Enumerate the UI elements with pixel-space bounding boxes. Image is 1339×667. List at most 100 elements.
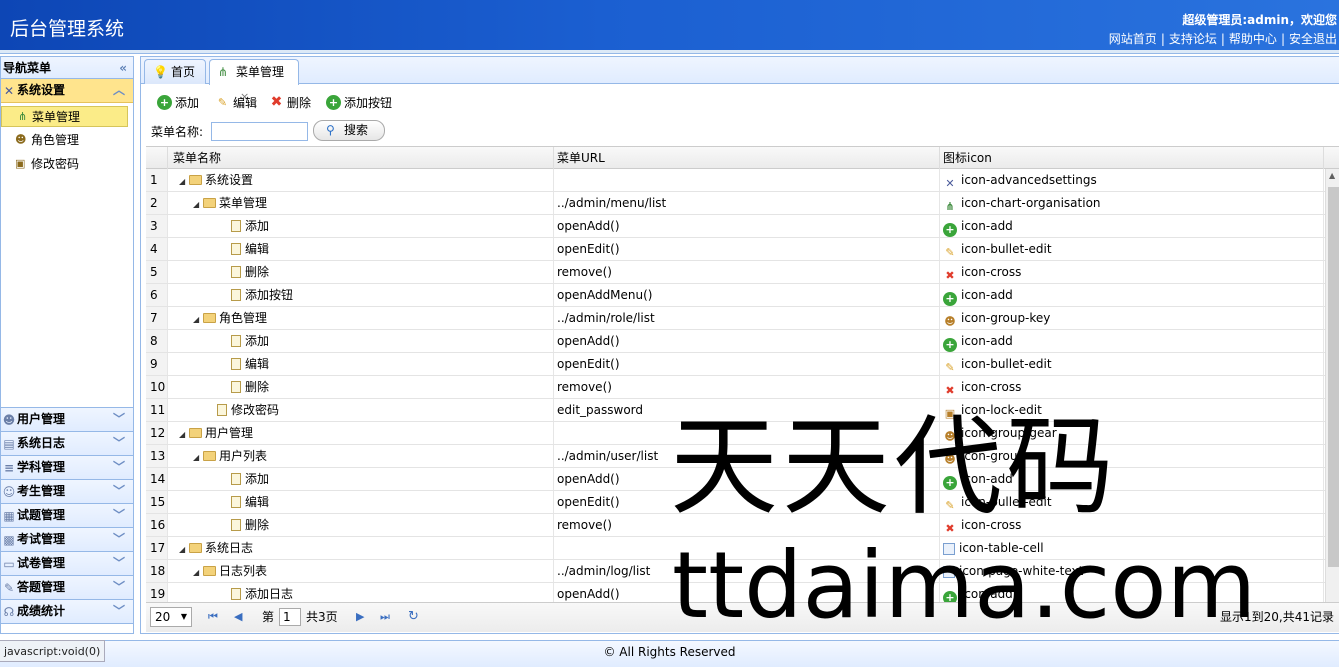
sidebar-group[interactable]: ☻ 用户管理 ﹀ [1, 408, 133, 432]
link-forum[interactable]: 支持论坛 [1169, 32, 1217, 46]
add-icon: + [157, 95, 172, 110]
table-row[interactable]: 15 编辑 openEdit() ✎ icon-bullet-edit [146, 491, 1339, 514]
sidebar-group[interactable]: ▭ 试卷管理 ﹀ [1, 552, 133, 576]
sidebar-group[interactable]: ☊ 成绩统计 ﹀ [1, 600, 133, 624]
table-row[interactable]: 16 删除 remove() ✖ icon-cross [146, 514, 1339, 537]
sidebar-group[interactable]: ▩ 考试管理 ﹀ [1, 528, 133, 552]
table-row[interactable]: 14 添加 openAdd() + icon-add [146, 468, 1339, 491]
menu-url-cell: openAdd() [554, 468, 940, 490]
table-row[interactable]: 11 修改密码 edit_password ▣ icon-lock-edit [146, 399, 1339, 422]
row-number: 14 [146, 468, 168, 490]
table-row[interactable]: 19 添加日志 openAdd() + icon-add1 [146, 583, 1339, 602]
menu-name: 日志列表 [219, 564, 268, 578]
add-menu-button-label: 添加按钮 [344, 96, 393, 110]
menu-name-cell: 添加按钮 [168, 284, 554, 306]
scroll-up-icon[interactable]: ▲ [1329, 171, 1335, 180]
group-gear-icon: ☻ [944, 430, 956, 443]
group-key-icon: ☻ [944, 315, 956, 328]
file-icon [231, 358, 241, 370]
row-number: 19 [146, 583, 168, 602]
search-button[interactable]: ⚲ 搜索 [313, 120, 385, 141]
next-page-icon[interactable]: ▶ [356, 603, 364, 631]
expand-triangle-icon[interactable]: ◢ [193, 447, 203, 467]
sidebar-group[interactable]: ▦ 试题管理 ﹀ [1, 504, 133, 528]
tab-home[interactable]: 💡 首页 [144, 59, 206, 84]
table-row[interactable]: 9 编辑 openEdit() ✎ icon-bullet-edit [146, 353, 1339, 376]
table-cell-icon [943, 543, 955, 555]
folder-icon [203, 566, 216, 576]
group-key-icon: ☻ [15, 133, 27, 146]
chevron-down-icon: ﹀ [112, 412, 125, 426]
folder-icon [189, 543, 202, 553]
expand-triangle-icon[interactable]: ◢ [193, 562, 203, 582]
link-help[interactable]: 帮助中心 [1229, 32, 1277, 46]
icon-name: icon-lock-edit [961, 403, 1042, 417]
sidebar-item-change-password[interactable]: ▣ 修改密码 [1, 154, 128, 175]
page-size-select[interactable]: 20 ▼ [150, 607, 192, 627]
table-row[interactable]: 8 添加 openAdd() + icon-add [146, 330, 1339, 353]
menu-name: 编辑 [245, 357, 270, 371]
menu-url-cell: ../admin/role/list [554, 307, 940, 329]
sidebar-group[interactable]: ☺ 考生管理 ﹀ [1, 480, 133, 504]
expand-triangle-icon[interactable]: ◢ [193, 309, 203, 329]
add-menu-button[interactable]: + 添加按钮 [326, 94, 392, 112]
sidebar-group[interactable]: ▤ 系统日志 ﹀ [1, 432, 133, 456]
collapse-icon[interactable]: « [119, 57, 127, 79]
icon-name: icon-bullet-edit [961, 495, 1052, 509]
delete-button[interactable]: ✖ 删除 [269, 94, 311, 112]
last-page-icon[interactable]: ⏭ [380, 603, 390, 631]
sidebar-item-menu-manage[interactable]: ⋔ 菜单管理 [1, 106, 128, 127]
link-logout[interactable]: 安全退出 [1289, 32, 1337, 46]
header-icon[interactable]: 图标icon [940, 147, 1324, 169]
icon-cell: ✎ icon-bullet-edit [940, 238, 1324, 260]
expand-triangle-icon[interactable]: ◢ [179, 424, 189, 444]
prev-page-icon[interactable]: ◀ [234, 603, 242, 631]
sidebar-item-label: 修改密码 [31, 157, 80, 171]
table-row[interactable]: 4 编辑 openEdit() ✎ icon-bullet-edit [146, 238, 1339, 261]
row-number: 2 [146, 192, 168, 214]
sidebar-group[interactable]: ≡ 学科管理 ﹀ [1, 456, 133, 480]
page-size-value: 20 [155, 610, 171, 624]
link-home[interactable]: 网站首页 [1109, 32, 1157, 46]
sidebar-item-role-manage[interactable]: ☻ 角色管理 [1, 130, 128, 151]
paper-icon: ▭ [3, 557, 15, 571]
page-info: 显示1到20,共41记录 [1220, 610, 1334, 624]
table-row[interactable]: 7 ◢ 角色管理 ../admin/role/list ☻ icon-group-key [146, 307, 1339, 330]
icon-cell: ✖ icon-cross [940, 514, 1324, 536]
vertical-scrollbar[interactable]: ▲ [1325, 169, 1339, 602]
menu-name-cell: 修改密码 [168, 399, 554, 421]
edit-button[interactable]: ✎ 编辑 [215, 94, 257, 112]
expand-triangle-icon[interactable]: ◢ [179, 171, 189, 191]
menu-name: 添加 [245, 219, 270, 233]
table-row[interactable]: 1 ◢ 系统设置 ✕ icon-advancedsettings [146, 169, 1339, 192]
add-button[interactable]: + 添加 [157, 94, 199, 112]
group-icon: ☻ [2, 413, 16, 427]
table-row[interactable]: 17 ◢ 系统日志 icon-table-cell [146, 537, 1339, 560]
dropdown-icon: ▼ [180, 612, 187, 621]
expand-triangle-icon[interactable]: ◢ [179, 539, 189, 559]
sidebar-group[interactable]: ✎ 答题管理 ﹀ [1, 576, 133, 600]
add-icon: + [943, 223, 957, 237]
refresh-icon[interactable]: ↻ [408, 603, 419, 631]
table-row[interactable]: 5 删除 remove() ✖ icon-cross [146, 261, 1339, 284]
sidebar-group-system-settings[interactable]: ✕ 系统设置 ︿ [1, 79, 133, 103]
cross-icon: ✖ [945, 522, 955, 535]
header-menu-name[interactable]: 菜单名称 [168, 147, 554, 169]
page-number-input[interactable]: 1 [279, 608, 301, 626]
scrollbar-thumb[interactable] [1328, 187, 1339, 567]
icon-cell: ⋔ icon-chart-organisation [940, 192, 1324, 214]
table-row[interactable]: 3 添加 openAdd() + icon-add [146, 215, 1339, 238]
menu-url-cell: openEdit() [554, 238, 940, 260]
header-menu-url[interactable]: 菜单URL [554, 147, 940, 169]
folder-icon [189, 428, 202, 438]
table-row[interactable]: 2 ◢ 菜单管理 ../admin/menu/list ⋔ icon-chart-orga… [146, 192, 1339, 215]
table-row[interactable]: 13 ◢ 用户列表 ../admin/user/list ☻ icon-group [146, 445, 1339, 468]
table-row[interactable]: 10 删除 remove() ✖ icon-cross [146, 376, 1339, 399]
tab-menu-manage[interactable]: ⋔ 菜单管理× [209, 59, 299, 103]
first-page-icon[interactable]: ⏮ [208, 603, 218, 631]
table-row[interactable]: 18 ◢ 日志列表 ../admin/log/list icon-page-white-… [146, 560, 1339, 583]
table-row[interactable]: 6 添加按钮 openAddMenu() + icon-add [146, 284, 1339, 307]
menu-name-search-input[interactable] [211, 122, 308, 141]
table-row[interactable]: 12 ◢ 用户管理 ☻ icon-group-gear [146, 422, 1339, 445]
expand-triangle-icon[interactable]: ◢ [193, 194, 203, 214]
